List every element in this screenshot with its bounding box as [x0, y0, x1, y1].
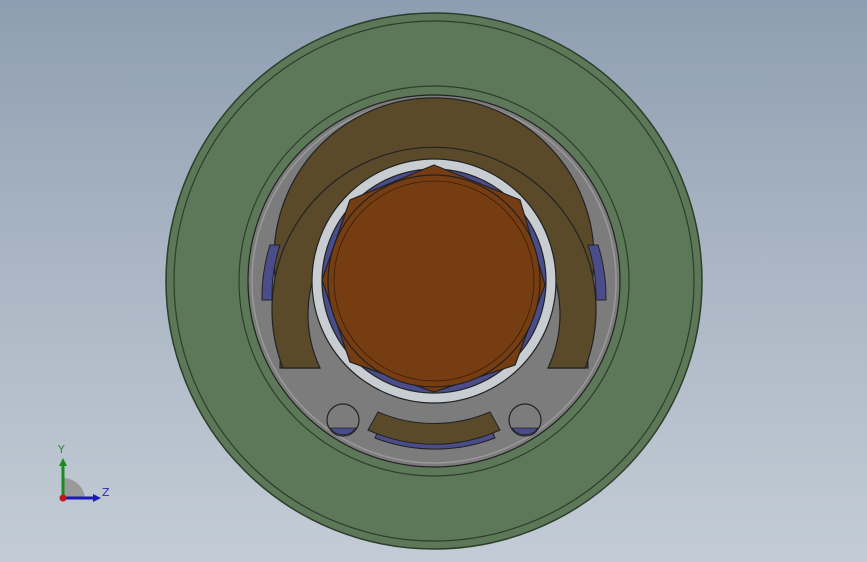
cad-model-view[interactable] [0, 0, 867, 562]
origin-dot-icon [59, 494, 67, 502]
y-axis-arrow-icon [59, 458, 67, 466]
y-axis-label: Y [58, 443, 65, 456]
graphics-viewport[interactable]: Y Z [0, 0, 867, 562]
z-axis-label: Z [102, 486, 110, 499]
core-shaft[interactable] [327, 174, 541, 388]
z-axis-arrow-icon [93, 494, 101, 502]
triad-xz-plane-shade [63, 477, 85, 498]
